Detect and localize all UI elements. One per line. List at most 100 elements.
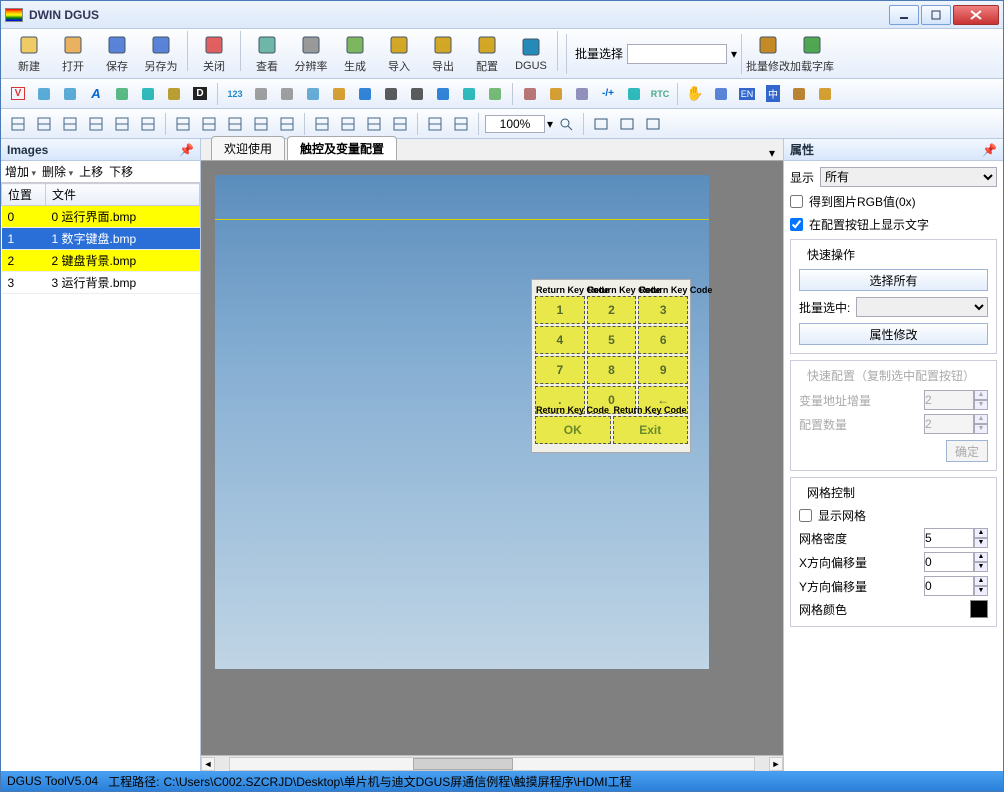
scroll-right-icon[interactable]: ► (769, 757, 783, 771)
ellipse-icon[interactable] (328, 83, 350, 105)
batch-select-dropdown[interactable] (856, 297, 988, 317)
中-icon[interactable]: 中 (762, 83, 784, 105)
toolbar-view-button[interactable]: 查看 (245, 31, 289, 77)
tab-welcome[interactable]: 欢迎使用 (211, 136, 285, 160)
toolbar-import-button[interactable]: 导入 (377, 31, 421, 77)
zoom-input[interactable] (485, 115, 545, 133)
table-row[interactable]: 11 数字键盘.bmp (2, 228, 200, 250)
toolbar-new-button[interactable]: 新建 (7, 31, 51, 77)
scroll-left-icon[interactable]: ◄ (201, 757, 215, 771)
canvas-viewport[interactable]: Return Key Code1Return Key Code2Return K… (201, 161, 783, 755)
circles-icon[interactable] (458, 83, 480, 105)
keypad-key-2[interactable]: Return Key Code2 (587, 296, 637, 324)
images-add-button[interactable]: 增加 (5, 163, 36, 180)
keypad-ok-button[interactable]: Return Key CodeOK (535, 416, 611, 444)
pen-icon[interactable] (519, 83, 541, 105)
sync-icon[interactable] (623, 83, 645, 105)
col-pos[interactable]: 位置 (2, 184, 46, 206)
text-icon[interactable] (276, 83, 298, 105)
table-row[interactable]: 33 运行背景.bmp (2, 272, 200, 294)
toolbar-batch-button[interactable]: 批量修改 (746, 31, 790, 77)
check-icon[interactable] (484, 83, 506, 105)
rgb-checkbox[interactable] (790, 195, 803, 208)
plus-minus-icon[interactable]: -/+ (597, 83, 619, 105)
A-icon[interactable]: A (85, 83, 107, 105)
batch-select-input[interactable] (627, 44, 727, 64)
showtext-checkbox[interactable] (790, 218, 803, 231)
image-icon[interactable] (111, 83, 133, 105)
redo-icon[interactable] (450, 113, 472, 135)
keypad-key-4[interactable]: 4 (535, 326, 585, 354)
EN-icon[interactable]: EN (736, 83, 758, 105)
paste-icon[interactable] (337, 113, 359, 135)
var-icon[interactable] (250, 83, 272, 105)
zoom-fit-icon[interactable] (555, 113, 577, 135)
display-select[interactable]: 所有 (820, 167, 997, 187)
same-w-icon[interactable] (224, 113, 246, 135)
table-row[interactable]: 00 运行界面.bmp (2, 206, 200, 228)
history-icon[interactable] (163, 83, 185, 105)
pin-icon[interactable]: 📌 (982, 143, 997, 157)
align-c-icon[interactable] (33, 113, 55, 135)
toolbar-open-button[interactable]: 打开 (51, 31, 95, 77)
maximize-button[interactable] (921, 5, 951, 25)
keypad-exit-button[interactable]: Return Key CodeExit (613, 416, 689, 444)
window-icon[interactable] (814, 83, 836, 105)
del-icon[interactable] (389, 113, 411, 135)
pin-icon[interactable]: 📌 (179, 143, 194, 157)
toolbar-gen-button[interactable]: 生成 (333, 31, 377, 77)
undo-icon[interactable] (424, 113, 446, 135)
fit-icon[interactable] (590, 113, 612, 135)
dist-h-icon[interactable] (172, 113, 194, 135)
toolbar-config-button[interactable]: 配置 (465, 31, 509, 77)
same-icon[interactable] (276, 113, 298, 135)
list-icon[interactable] (432, 83, 454, 105)
copy2-icon[interactable] (311, 113, 333, 135)
keypad-key-1[interactable]: Return Key Code1 (535, 296, 585, 324)
align-r-icon[interactable] (59, 113, 81, 135)
images-movedown-button[interactable]: 下移 (109, 163, 133, 180)
align-l-icon[interactable] (7, 113, 29, 135)
toolbar-dgus-button[interactable]: DGUS (509, 31, 553, 77)
clone-icon[interactable] (363, 113, 385, 135)
zoom-dropdown-icon[interactable]: ▾ (547, 117, 553, 131)
close-button[interactable] (953, 5, 999, 25)
mark-icon[interactable] (571, 83, 593, 105)
align-t-icon[interactable] (85, 113, 107, 135)
grid-icon[interactable] (710, 83, 732, 105)
keypad-key-9[interactable]: 9 (638, 356, 688, 384)
keypad-key-5[interactable]: 5 (587, 326, 637, 354)
align-b-icon[interactable] (137, 113, 159, 135)
refresh-icon[interactable] (137, 83, 159, 105)
123-icon[interactable]: 123 (224, 83, 246, 105)
grid-yoffset-input[interactable] (924, 576, 974, 596)
grid-density-input[interactable] (924, 528, 974, 548)
wave-icon[interactable] (354, 83, 376, 105)
toolbar-export-button[interactable]: 导出 (421, 31, 465, 77)
select-all-button[interactable]: 选择所有 (799, 269, 988, 291)
single-icon[interactable] (642, 113, 664, 135)
tab-touchconfig[interactable]: 触控及变量配置 (287, 136, 397, 160)
dash-icon[interactable] (406, 83, 428, 105)
keypad-key-3[interactable]: Return Key Code3 (638, 296, 688, 324)
hand-icon[interactable]: ✋ (684, 83, 706, 105)
tab-menu-dropdown-icon[interactable]: ▾ (761, 146, 783, 160)
toolbar-font-button[interactable]: 加载字库 (790, 31, 834, 77)
V-icon[interactable]: V (7, 83, 29, 105)
toolbar-res-button[interactable]: 分辨率 (289, 31, 333, 77)
toolbar-saveas-button[interactable]: 另存为 (139, 31, 183, 77)
keypad-key-8[interactable]: 8 (587, 356, 637, 384)
images-delete-button[interactable]: 删除 (42, 163, 73, 180)
keypad-key-7[interactable]: 7 (535, 356, 585, 384)
modify-props-button[interactable]: 属性修改 (799, 323, 988, 345)
dist-v-icon[interactable] (198, 113, 220, 135)
scroll-thumb[interactable] (413, 758, 513, 770)
screens-icon[interactable] (616, 113, 638, 135)
batch-select-dropdown-icon[interactable]: ▾ (731, 47, 737, 61)
grid-color-swatch[interactable] (970, 600, 988, 618)
pencil-icon[interactable] (545, 83, 567, 105)
RTC-icon[interactable]: RTC (649, 83, 671, 105)
table-row[interactable]: 22 键盘背景.bmp (2, 250, 200, 272)
show-grid-checkbox[interactable] (799, 509, 812, 522)
images-moveup-button[interactable]: 上移 (79, 163, 103, 180)
